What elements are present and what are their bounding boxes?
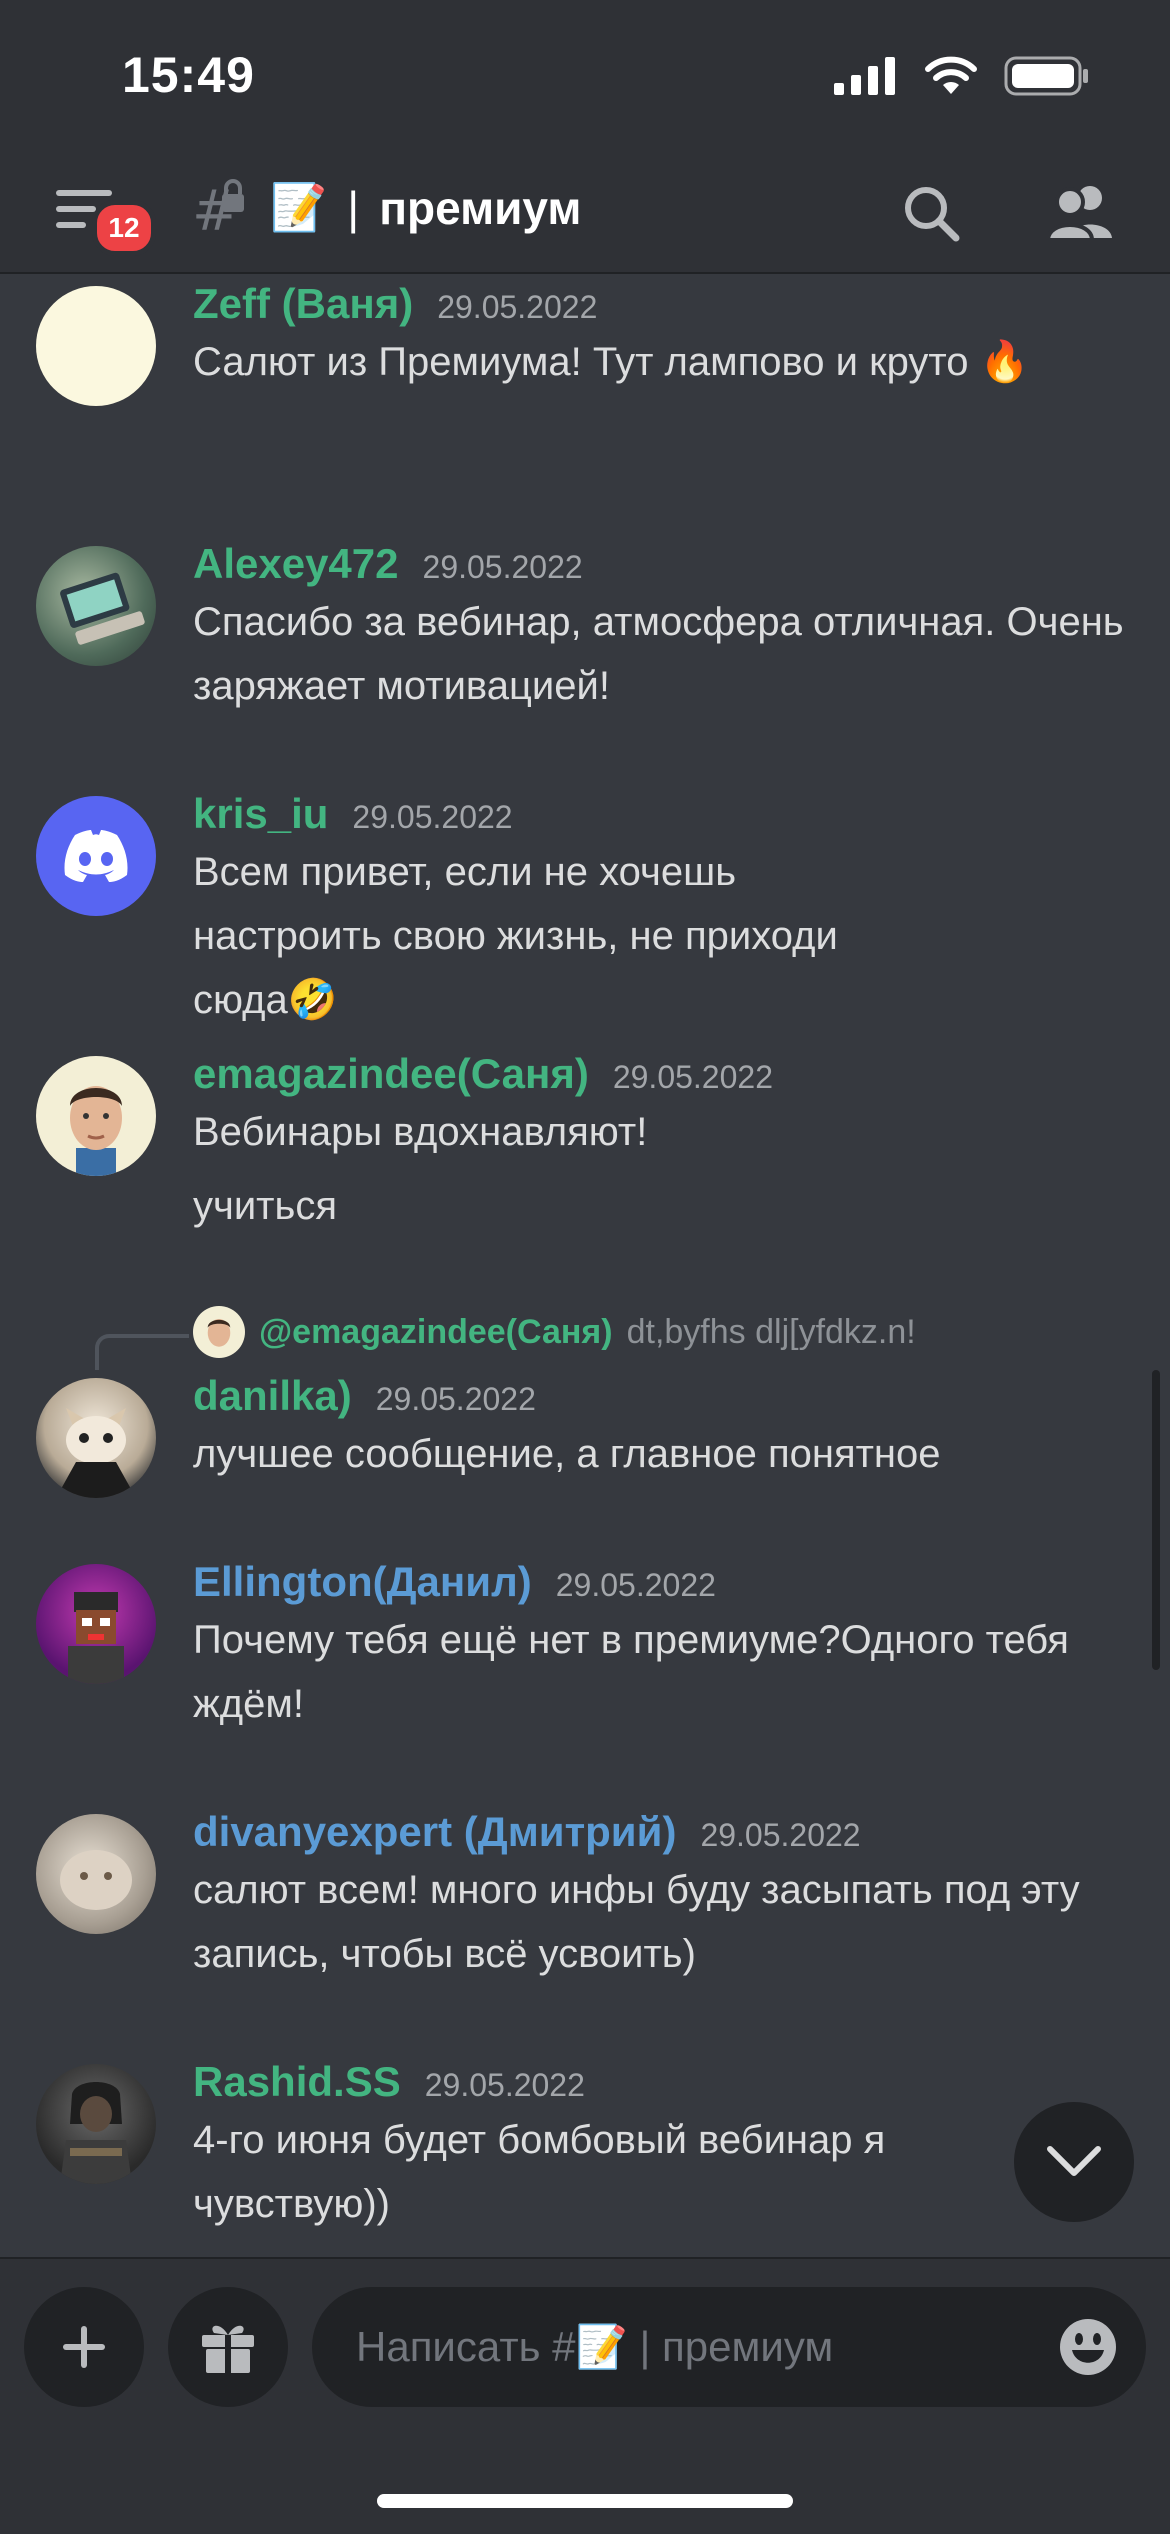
timestamp: 29.05.2022 [422, 549, 583, 585]
channel-emoji: 📝 [270, 181, 328, 233]
avatar[interactable] [36, 1378, 156, 1498]
reply-avatar [193, 1306, 245, 1358]
avatar[interactable] [36, 1814, 156, 1934]
author-name[interactable]: Zeff (Ваня) [193, 280, 413, 328]
cellular-signal-icon [834, 57, 895, 95]
timestamp: 29.05.2022 [375, 1381, 536, 1417]
home-indicator[interactable] [377, 2494, 793, 2508]
cat-photo-image [60, 1850, 132, 1910]
message-input-placeholder: Написать #📝 | премиум [356, 2322, 834, 2370]
avatar[interactable] [36, 796, 156, 916]
gift-button[interactable] [168, 2287, 288, 2407]
scrollbar[interactable] [1152, 1370, 1160, 1670]
status-icons [834, 56, 1090, 96]
man-face-image [70, 1086, 122, 1176]
message-text: Салют из Премиума! Тут лампово и круто 🔥 [193, 340, 1030, 384]
search-icon[interactable] [902, 184, 960, 242]
timestamp: 29.05.2022 [424, 2067, 585, 2103]
avatar[interactable] [36, 1056, 156, 1176]
message-text: салют всем! много инфы буду засыпать под… [193, 1868, 1080, 1976]
reply-text: dt,byfhs dlj[yfdkz.n! [626, 1312, 916, 1351]
locked-channel-icon: # [192, 179, 244, 238]
soldier-image [60, 2082, 132, 2184]
emoji-icon[interactable] [1058, 2317, 1118, 2377]
discord-logo-icon [64, 830, 128, 882]
message-text: Вебинары вдохнавляют! [193, 1110, 648, 1154]
author-name[interactable]: divanyexpert (Дмитрий) [193, 1808, 676, 1856]
wifi-icon [925, 56, 977, 94]
cat-image [56, 1408, 136, 1498]
chevron-down-icon [1047, 2146, 1101, 2176]
channel-separator: | [347, 181, 360, 234]
timestamp: 29.05.2022 [352, 799, 513, 835]
reply-preview[interactable]: @emagazindee(Саня) dt,byfhs dlj[yfdkz.n! [193, 1306, 916, 1358]
avatar[interactable] [36, 546, 156, 666]
message-text: Всем привет, если не хочешь настроить св… [193, 850, 838, 1022]
reply-mention[interactable]: @emagazindee(Саня) [259, 1313, 613, 1352]
members-icon[interactable] [1048, 184, 1114, 240]
gift-icon [202, 2325, 254, 2375]
status-time: 15:49 [122, 47, 255, 103]
plus-icon [63, 2326, 105, 2368]
avatar[interactable] [36, 1564, 156, 1684]
message-text: лучшее сообщение, а главное понятное [193, 1432, 941, 1476]
author-name[interactable]: danilka) [193, 1372, 352, 1420]
author-name[interactable]: Ellington(Данил) [193, 1558, 532, 1606]
timestamp: 29.05.2022 [437, 289, 598, 325]
message-text: учиться [193, 1184, 338, 1228]
author-name[interactable]: emagazindee(Саня) [193, 1050, 589, 1098]
jump-to-latest-button[interactable] [1014, 2102, 1134, 2222]
avatar[interactable] [36, 2064, 156, 2184]
timestamp: 29.05.2022 [555, 1567, 716, 1603]
message-input[interactable]: Написать #📝 | премиум [312, 2287, 1146, 2407]
message-text: Спасибо за вебинар, атмосфера отличная. … [193, 600, 1124, 708]
laptop-image [60, 572, 145, 645]
author-name[interactable]: Alexey472 [193, 540, 399, 588]
status-bar: 15:49 [0, 0, 1170, 150]
author-name[interactable]: kris_iu [193, 790, 328, 838]
channel-name: премиум [379, 181, 582, 234]
avatar[interactable] [36, 286, 156, 406]
reply-connector [95, 1334, 189, 1370]
message-text: Почему тебя ещё нет в премиуме?Одного те… [193, 1618, 1069, 1726]
timestamp: 29.05.2022 [700, 1817, 861, 1853]
message-list[interactable]: Zeff (Ваня) 29.05.2022 Салют из Премиума… [0, 272, 1170, 2257]
pixel-character-image [68, 1592, 124, 1684]
attach-button[interactable] [24, 2287, 144, 2407]
battery-icon [1004, 56, 1088, 96]
message-composer: Написать #📝 | премиум [0, 2257, 1170, 2534]
notification-badge: 12 [92, 200, 156, 256]
message-text: 4-го июня будет бомбовый вебинар я чувст… [193, 2118, 886, 2226]
timestamp: 29.05.2022 [612, 1059, 773, 1095]
channel-header: 12 # 📝 | премиум [0, 150, 1170, 274]
author-name[interactable]: Rashid.SS [193, 2058, 401, 2106]
channel-title[interactable]: 📝 | премиум [270, 180, 581, 235]
